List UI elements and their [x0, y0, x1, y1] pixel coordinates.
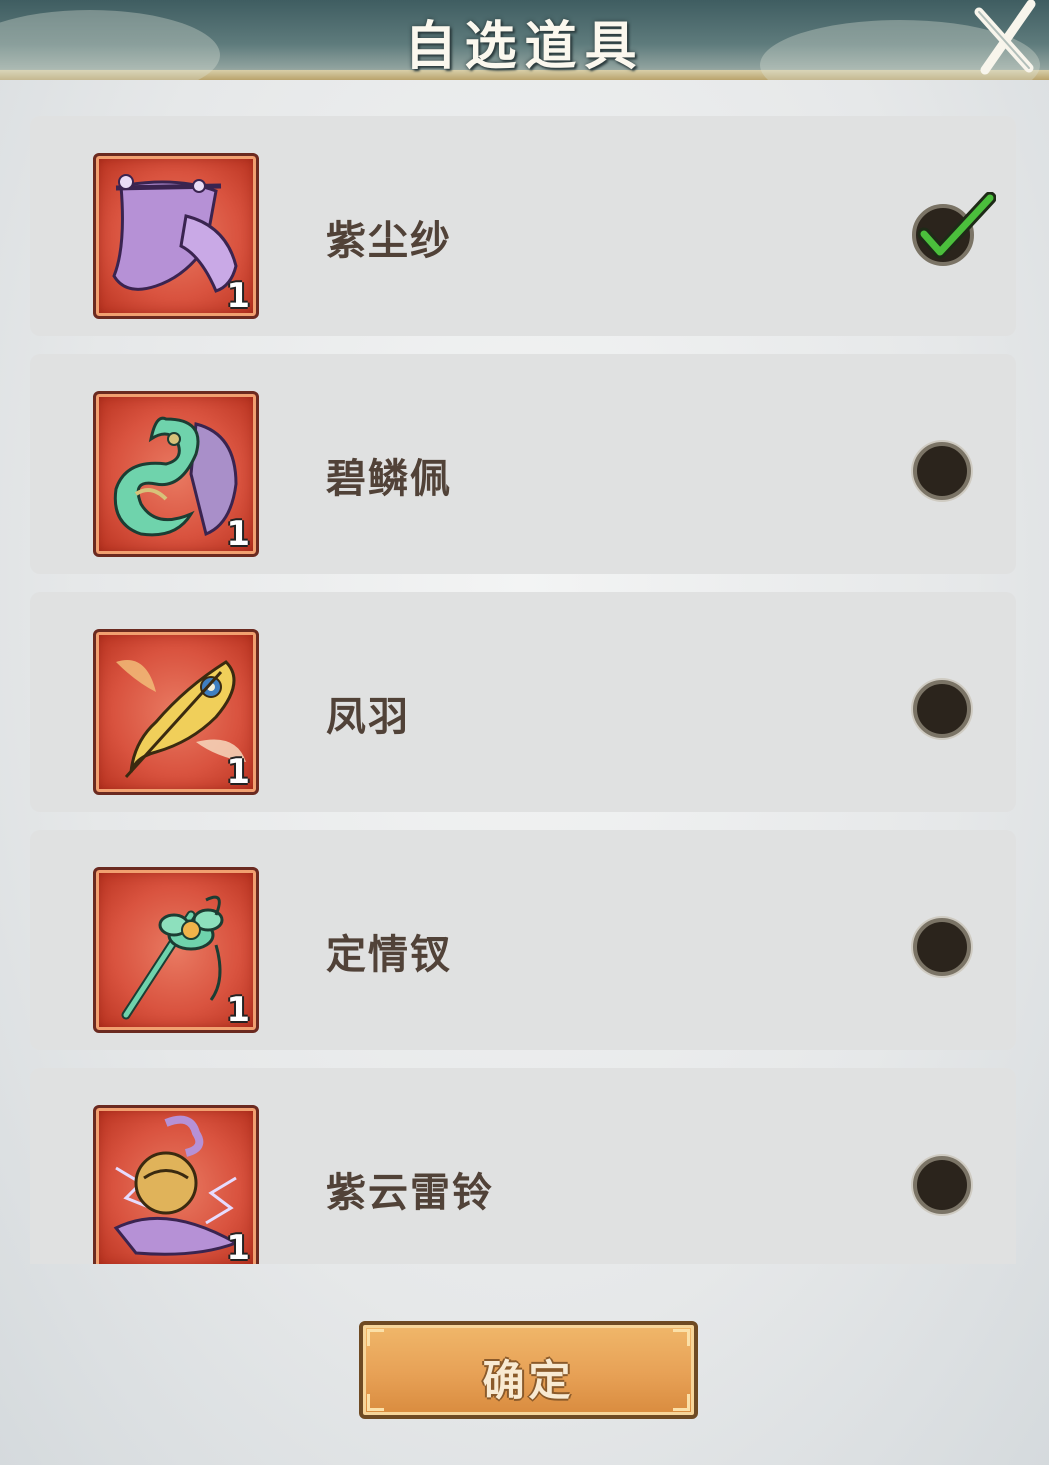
- item-quantity: 1: [226, 752, 250, 792]
- confirm-button[interactable]: 确定: [359, 1321, 698, 1419]
- item-icon-frame: 1: [93, 391, 259, 557]
- corner-ornament: [673, 1329, 690, 1346]
- item-icon-frame: 1: [93, 153, 259, 319]
- list-item[interactable]: 1 定情钗: [30, 830, 1016, 1050]
- list-item[interactable]: 1 紫云雷铃: [30, 1068, 1016, 1264]
- select-radio[interactable]: [913, 442, 971, 500]
- item-name: 紫尘纱: [326, 217, 452, 264]
- item-name: 定情钗: [326, 931, 452, 978]
- item-icon-frame: 1: [93, 1105, 259, 1264]
- item-icon-frame: 1: [93, 867, 259, 1033]
- list-item[interactable]: 1 碧鳞佩: [30, 354, 1016, 574]
- item-name: 碧鳞佩: [326, 455, 452, 502]
- close-icon[interactable]: [971, 0, 1041, 78]
- item-quantity: 1: [226, 990, 250, 1030]
- item-name: 凤羽: [326, 693, 410, 740]
- checkmark-selected-icon[interactable]: [910, 192, 996, 272]
- select-radio[interactable]: [913, 918, 971, 976]
- item-icon-frame: 1: [93, 629, 259, 795]
- item-name: 紫云雷铃: [326, 1169, 494, 1216]
- item-quantity: 1: [226, 1228, 250, 1264]
- confirm-label: 确定: [482, 1356, 575, 1405]
- item-quantity: 1: [226, 514, 250, 554]
- item-quantity: 1: [226, 276, 250, 316]
- select-radio[interactable]: [913, 1156, 971, 1214]
- dialog-title: 自选道具: [404, 16, 645, 77]
- list-item[interactable]: 1 凤羽: [30, 592, 1016, 812]
- list-item[interactable]: 1 紫尘纱: [30, 116, 1016, 336]
- corner-ornament: [367, 1329, 384, 1346]
- dialog-header: 自选道具: [0, 0, 1049, 80]
- item-list[interactable]: 1 紫尘纱 1 碧鳞佩 1 凤羽 1 定情钗 1 紫云雷铃: [30, 116, 1016, 1264]
- select-radio[interactable]: [913, 680, 971, 738]
